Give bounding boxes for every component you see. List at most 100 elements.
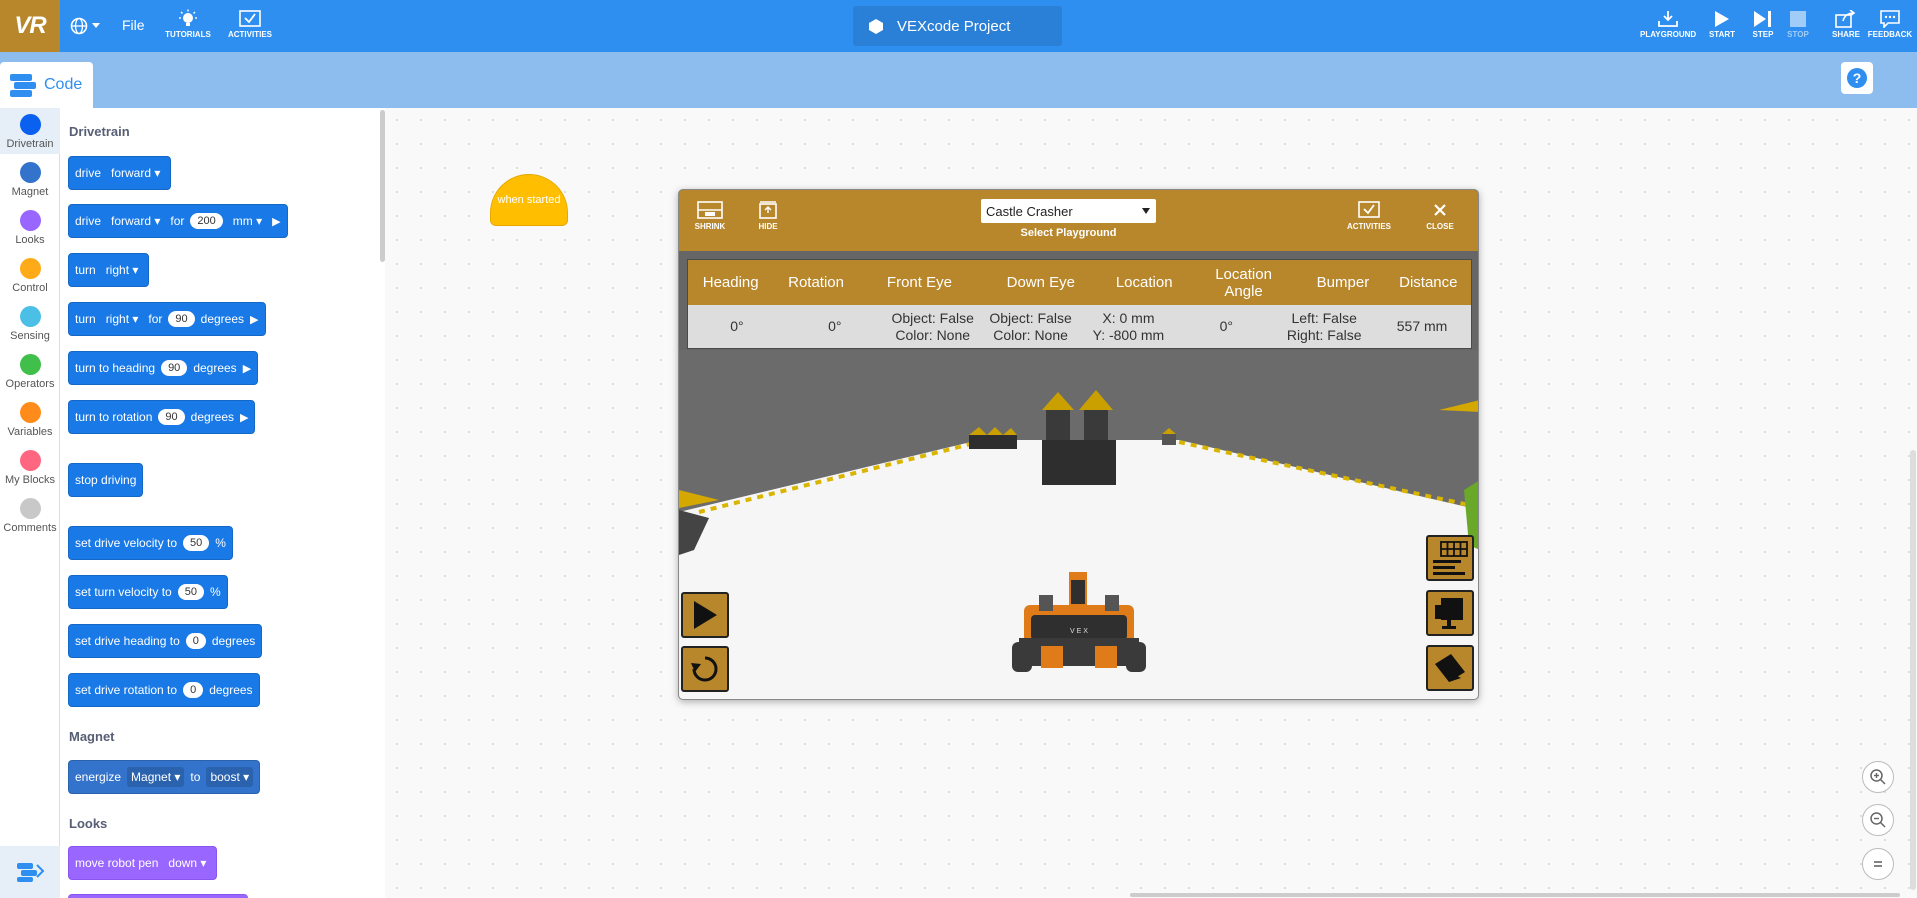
velocity-input[interactable]: 50: [177, 584, 204, 600]
close-label: CLOSE: [1426, 222, 1454, 231]
workspace-vertical-scrollbar[interactable]: [1910, 450, 1916, 890]
wait-toggle-icon[interactable]: ▶: [240, 411, 248, 424]
svg-text:?: ?: [1853, 70, 1862, 86]
units-dropdown[interactable]: mm: [229, 211, 266, 231]
zoom-in-button[interactable]: [1862, 761, 1894, 793]
equals-icon: [1874, 861, 1882, 867]
looks-block-partial[interactable]: [68, 894, 248, 898]
help-button[interactable]: ?: [1841, 62, 1873, 94]
shrink-button[interactable]: SHRINK: [685, 198, 735, 231]
set-drive-heading-block[interactable]: set drive heading to 0 degrees: [68, 624, 263, 658]
value-text: 557 mm: [1396, 318, 1448, 334]
playground-play-button[interactable]: [681, 592, 729, 638]
camera-view-button[interactable]: [1426, 590, 1474, 636]
playground-select[interactable]: Castle Crasher: [981, 199, 1156, 223]
category-looks[interactable]: Looks: [0, 210, 60, 246]
category-label: Operators: [5, 378, 55, 390]
blocks-extension-icon: [17, 863, 45, 882]
block-text: turn to rotation: [75, 410, 153, 424]
direction-dropdown[interactable]: forward: [107, 211, 164, 231]
sensor-header-bumper: Bumper: [1316, 274, 1370, 291]
category-my-blocks[interactable]: My Blocks: [0, 450, 60, 486]
rotation-input[interactable]: 0: [183, 682, 204, 698]
drive-for-block[interactable]: drive forward for 200 mm ▶: [68, 204, 288, 238]
playground-reset-button[interactable]: [681, 646, 729, 692]
category-dot-icon: [19, 354, 41, 375]
dashboard-toggle-button[interactable]: [1426, 535, 1474, 581]
workspace-horizontal-scrollbar[interactable]: [1130, 893, 1900, 897]
playground-button[interactable]: PLAYGROUND: [1640, 8, 1696, 39]
turn-direction-dropdown[interactable]: right: [102, 309, 143, 329]
wait-toggle-icon[interactable]: ▶: [243, 362, 251, 375]
dropdown-arrow-icon: [1142, 208, 1150, 214]
sensor-header-down-eye: Down Eye: [1006, 274, 1075, 291]
turn-to-rotation-block[interactable]: turn to rotation 90 degrees ▶: [68, 400, 256, 434]
sensor-dashboard: Heading Rotation Front Eye Down Eye Loca…: [687, 259, 1472, 349]
block-text: degrees: [190, 410, 235, 424]
feedback-button[interactable]: FEEDBACK: [1862, 8, 1917, 39]
category-label: Magnet: [11, 186, 49, 198]
extensions-button[interactable]: [0, 846, 60, 898]
zoom-reset-button[interactable]: [1862, 848, 1894, 880]
value-text: 0°: [828, 318, 842, 334]
activities-button[interactable]: ACTIVITIES: [222, 8, 278, 39]
magnet-action-dropdown[interactable]: boost: [206, 767, 254, 787]
category-drivetrain[interactable]: Drivetrain: [0, 114, 60, 150]
set-turn-velocity-block[interactable]: set turn velocity to 50 %: [68, 575, 228, 609]
value-text: X: 0 mm: [1102, 309, 1155, 326]
file-menu[interactable]: File: [122, 17, 145, 33]
energize-magnet-block[interactable]: energize Magnet to boost: [68, 760, 261, 794]
hide-icon: [759, 201, 777, 219]
block-text: degrees: [200, 312, 245, 326]
hide-button[interactable]: HIDE: [743, 198, 793, 231]
category-variables[interactable]: Variables: [0, 402, 60, 438]
set-drive-rotation-block[interactable]: set drive rotation to 0 degrees: [68, 673, 260, 707]
feedback-label: FEEDBACK: [1867, 30, 1913, 39]
rotation-input[interactable]: 90: [158, 409, 185, 425]
drive-block[interactable]: drive forward: [68, 156, 172, 190]
project-name[interactable]: VEXcode Project: [853, 6, 1062, 46]
close-button[interactable]: CLOSE: [1417, 198, 1463, 231]
wait-toggle-icon[interactable]: ▶: [250, 313, 258, 326]
block-text: drive: [75, 214, 102, 228]
block-text: degrees: [193, 361, 237, 375]
distance-input[interactable]: 200: [190, 213, 223, 229]
stop-driving-block[interactable]: stop driving: [68, 463, 144, 497]
code-blocks-icon: [10, 74, 36, 97]
set-drive-velocity-block[interactable]: set drive velocity to 50 %: [68, 526, 233, 560]
turn-for-block[interactable]: turn right for 90 degrees ▶: [68, 302, 266, 336]
pen-position-dropdown[interactable]: down: [164, 853, 210, 873]
overhead-camera-button[interactable]: [1426, 645, 1474, 691]
wait-toggle-icon[interactable]: ▶: [272, 215, 280, 228]
magnet-dropdown[interactable]: Magnet: [127, 767, 185, 787]
category-sensing[interactable]: Sensing: [0, 306, 60, 342]
heading-input[interactable]: 90: [161, 360, 188, 376]
play-icon: [694, 601, 717, 629]
velocity-input[interactable]: 50: [183, 535, 210, 551]
turn-direction-dropdown[interactable]: right: [102, 260, 143, 280]
heading-input[interactable]: 0: [185, 633, 206, 649]
turn-block[interactable]: turn right: [68, 253, 150, 287]
shrink-icon: [697, 201, 723, 219]
category-control[interactable]: Control: [0, 258, 60, 294]
value-text: 0°: [730, 318, 744, 334]
language-menu[interactable]: [70, 14, 104, 38]
turn-to-heading-block[interactable]: turn to heading 90 degrees ▶: [68, 351, 259, 385]
category-operators[interactable]: Operators: [0, 354, 60, 390]
category-sidebar: Drivetrain Magnet Looks Control Sensing …: [0, 108, 60, 898]
tutorials-button[interactable]: TUTORIALS: [160, 8, 216, 39]
tab-code[interactable]: Code: [0, 62, 93, 108]
angle-input[interactable]: 90: [168, 311, 195, 327]
block-text: move robot pen: [75, 856, 159, 870]
block-text: turn: [75, 312, 96, 326]
category-magnet[interactable]: Magnet: [0, 162, 60, 198]
zoom-out-button[interactable]: [1862, 804, 1894, 836]
chevron-down-icon: [92, 23, 100, 28]
sensor-value-bumper: Left: False Right: False: [1275, 305, 1373, 348]
category-comments[interactable]: Comments: [0, 498, 60, 534]
move-robot-pen-block[interactable]: move robot pen down: [68, 846, 218, 880]
category-dot-icon: [19, 306, 41, 327]
globe-icon: [70, 17, 88, 35]
playground-activities-button[interactable]: ACTIVITIES: [1339, 198, 1399, 231]
direction-dropdown[interactable]: forward: [107, 163, 164, 183]
